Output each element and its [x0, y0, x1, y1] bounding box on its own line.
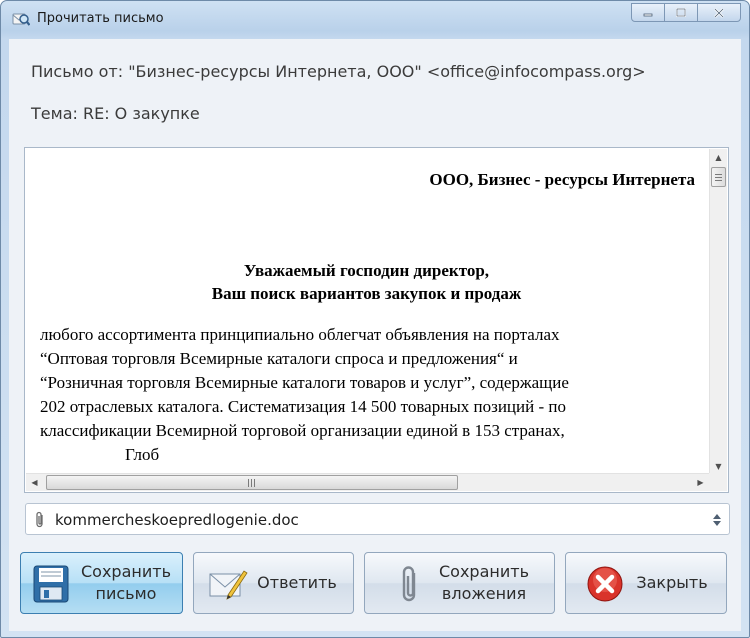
save-attachments-label-2: вложения — [441, 584, 527, 603]
window-title: Прочитать письмо — [37, 11, 164, 26]
paragraph-line: “Оптовая торговля Всемирные каталоги спр… — [40, 349, 518, 368]
red-x-icon — [586, 565, 624, 607]
vertical-scroll-thumb[interactable] — [711, 167, 726, 187]
paragraph-line: любого ассортимента принципиально облегч… — [40, 325, 560, 344]
title-bar[interactable]: Прочитать письмо — [1, 1, 749, 37]
vertical-scrollbar[interactable]: ▲ ▼ — [709, 149, 727, 475]
window-content: Письмо от: "Бизнес-ресурсы Интернета, ОО… — [9, 39, 741, 631]
paragraph-line: “Розничная торговля Всемирные каталоги т… — [40, 373, 569, 392]
minimize-button[interactable] — [631, 3, 665, 22]
magnifier-mail-icon — [12, 10, 31, 28]
from-line: Письмо от: "Бизнес-ресурсы Интернета, ОО… — [31, 62, 646, 81]
scroll-right-arrow-icon[interactable]: ▶ — [692, 474, 709, 491]
save-letter-label-1: Сохранить — [81, 562, 171, 581]
attachment-selector[interactable]: kommercheskoepredlogenie.doc — [25, 503, 730, 535]
paragraph-line: Глоб — [40, 445, 160, 464]
save-attachments-button[interactable]: Сохранить вложения — [364, 552, 555, 614]
greeting: Уважаемый господин директор, Ваш поиск в… — [40, 259, 693, 305]
up-down-spinner-icon[interactable] — [712, 512, 722, 531]
close-icon — [713, 7, 725, 18]
save-attachments-label-1: Сохранить — [439, 562, 529, 581]
horizontal-scrollbar[interactable]: ◀ ▶ — [26, 473, 709, 491]
message-paragraph: любого ассортимента принципиально облегч… — [40, 323, 693, 467]
close-label: Закрыть — [636, 573, 708, 592]
horizontal-scroll-thumb[interactable] — [46, 475, 458, 490]
close-button[interactable]: Закрыть — [565, 552, 727, 614]
message-body[interactable]: ООО, Бизнес - ресурсы Интернета Уважаемы… — [26, 149, 709, 475]
paragraph-line: классификации Всемирной торговой организ… — [40, 421, 565, 440]
subject-line: Тема: RE: О закупке — [31, 104, 200, 123]
reply-label: Ответить — [257, 573, 337, 592]
company-name: ООО, Бизнес - ресурсы Интернета — [429, 170, 695, 189]
paperclip-icon — [399, 565, 421, 609]
scroll-up-arrow-icon[interactable]: ▲ — [710, 149, 727, 166]
maximize-button[interactable] — [664, 3, 698, 22]
maximize-icon — [675, 7, 687, 18]
save-attachments-label: Сохранить вложения — [431, 561, 537, 605]
close-window-button[interactable] — [697, 3, 741, 22]
save-document-icon — [32, 564, 70, 608]
reply-button[interactable]: Ответить — [193, 552, 354, 614]
message-viewer[interactable]: ООО, Бизнес - ресурсы Интернета Уважаемы… — [24, 147, 729, 493]
attachment-filename: kommercheskoepredlogenie.doc — [55, 511, 299, 529]
scrollbar-corner — [709, 473, 727, 491]
paragraph-line: 202 отраслевых каталога. Систематизация … — [40, 397, 566, 416]
window-controls — [631, 3, 741, 22]
greeting-line-2: Ваш поиск вариантов закупок и продаж — [211, 284, 522, 303]
save-letter-label: Сохранить письмо — [75, 561, 177, 605]
read-letter-window: Прочитать письмо Письмо от: "Бизнес-ресу… — [0, 0, 750, 638]
save-letter-button[interactable]: Сохранить письмо — [20, 552, 183, 614]
envelope-pen-icon — [208, 565, 248, 607]
greeting-line-1: Уважаемый господин директор, — [243, 261, 490, 280]
save-letter-label-2: письмо — [95, 584, 157, 603]
minimize-icon — [642, 8, 654, 18]
scroll-left-arrow-icon[interactable]: ◀ — [26, 474, 43, 491]
paperclip-icon — [34, 511, 46, 533]
